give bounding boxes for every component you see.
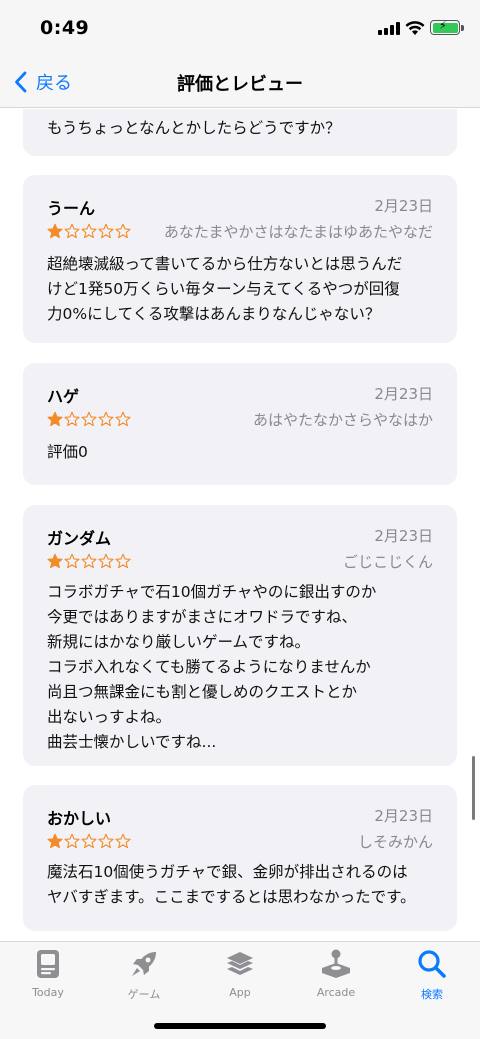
review-body: 魔法石10個使うガチャで銀、金卵が排出されるのは ヤバすぎます。ここまでするとは… [47, 863, 416, 906]
tab-apps[interactable]: App [192, 948, 288, 1008]
battery-cap [461, 25, 464, 31]
review-title: おかしい [47, 809, 112, 828]
star-empty-icon [81, 553, 97, 569]
rocket-icon [132, 952, 156, 976]
review-date: 2月23日 [374, 385, 433, 403]
tab-label: ゲーム [127, 988, 161, 1001]
search-icon [418, 950, 446, 978]
star-empty-icon [115, 553, 131, 569]
star-empty-icon [64, 411, 80, 427]
review-date: 2月23日 [374, 527, 433, 545]
wifi-icon [405, 21, 425, 35]
star-filled-icon [47, 553, 63, 569]
tab-label: 検索 [421, 988, 443, 1001]
today-icon [37, 950, 59, 978]
page-title: 評価とレビュー [177, 74, 303, 95]
review-card[interactable]: ハゲ 2月23日 あはやたなかさらやなはか 評価0 [23, 363, 457, 485]
star-empty-icon [98, 553, 114, 569]
star-empty-icon [115, 223, 131, 239]
star-empty-icon [64, 553, 80, 569]
review-author: ごじこじくん [342, 553, 433, 571]
review-body: 評価0 [47, 443, 88, 461]
review-title: うーん [47, 199, 96, 218]
review-list[interactable]: もうちょっとなんとかしたらどうですか？ うーん 2月23日 あなたまやかさはなた… [0, 109, 480, 941]
layers-icon [227, 952, 253, 975]
star-empty-icon [81, 411, 97, 427]
review-title: ガンダム [47, 529, 112, 548]
review-body: コラボガチャで石10個ガチャやのに銀出すのか 今更ではありますがまさにオワドラで… [47, 583, 377, 751]
tab-today[interactable]: Today [0, 948, 96, 1008]
status-time: 0:49 [40, 17, 90, 39]
review-author: あはやたなかさらやなはか [252, 411, 433, 429]
star-filled-icon [47, 411, 63, 427]
review-card[interactable]: もうちょっとなんとかしたらどうですか？ [23, 109, 457, 156]
tab-label: Arcade [316, 986, 356, 999]
review-title: ハゲ [47, 387, 80, 406]
cellular-signal-icon [378, 22, 400, 35]
star-empty-icon [98, 833, 114, 849]
review-card[interactable]: うーん 2月23日 あなたまやかさはなたまはゆあたやなだ 超絶壊滅級って書いてる… [23, 175, 457, 343]
tab-label: App [229, 986, 251, 999]
star-empty-icon [64, 223, 80, 239]
review-author: しそみかん [357, 833, 433, 851]
review-body: もうちょっとなんとかしたらどうですか？ [47, 119, 341, 137]
star-filled-icon [47, 223, 63, 239]
star-empty-icon [81, 223, 97, 239]
status-bar: 0:49 ⚡ [0, 0, 480, 58]
tab-search[interactable]: 検索 [384, 948, 480, 1008]
star-empty-icon [81, 833, 97, 849]
review-card[interactable]: ガンダム 2月23日 ごじこじくん コラボガチャで石10個ガチャやのに銀出すのか… [23, 505, 457, 766]
star-empty-icon [98, 223, 114, 239]
tab-games[interactable]: ゲーム [96, 948, 192, 1008]
review-card[interactable]: おかしい 2月23日 しそみかん 魔法石10個使うガチャで銀、金卵が排出されるの… [23, 785, 457, 931]
star-empty-icon [98, 411, 114, 427]
star-rating [47, 553, 131, 569]
joystick-icon [322, 949, 350, 978]
star-rating [47, 411, 131, 427]
star-empty-icon [115, 411, 131, 427]
review-date: 2月23日 [374, 197, 433, 215]
tab-label: Today [32, 986, 64, 999]
scrollbar-thumb[interactable] [472, 756, 475, 820]
star-rating [47, 223, 131, 239]
star-filled-icon [47, 833, 63, 849]
review-date: 2月23日 [374, 807, 433, 825]
review-author: あなたまやかさはなたまはゆあたやなだ [163, 223, 433, 241]
battery-icon: ⚡ [430, 19, 460, 35]
star-rating [47, 833, 131, 849]
star-empty-icon [64, 833, 80, 849]
star-empty-icon [115, 833, 131, 849]
navigation-bar: 戻る 評価とレビュー [0, 58, 480, 108]
review-body: 超絶壊滅級って書いてるから仕方ないとは思うんだ けど1発50万くらい毎ターン与え… [47, 255, 403, 323]
home-indicator [154, 1023, 326, 1029]
tab-arcade[interactable]: Arcade [288, 948, 384, 1008]
